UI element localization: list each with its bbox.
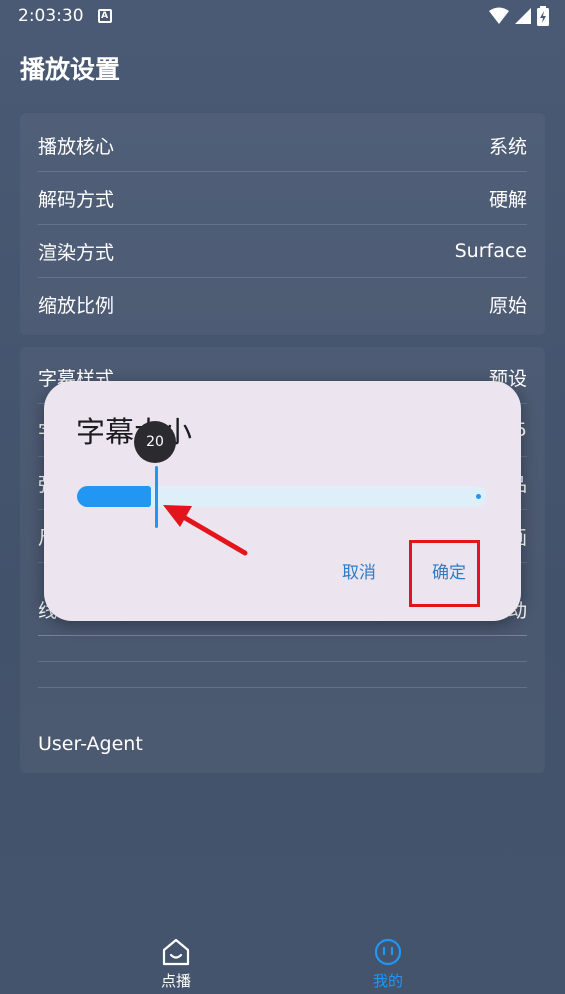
smiley-icon (374, 938, 402, 966)
home-icon (162, 938, 190, 966)
nav-label: 点播 (160, 972, 191, 990)
nav-label: 我的 (372, 972, 403, 990)
nav-item-vod[interactable]: 点播 (146, 938, 206, 991)
nav-item-mine[interactable]: 我的 (358, 938, 418, 991)
annotation-arrow (163, 505, 248, 556)
bottom-nav: 点播 我的 (0, 930, 565, 994)
